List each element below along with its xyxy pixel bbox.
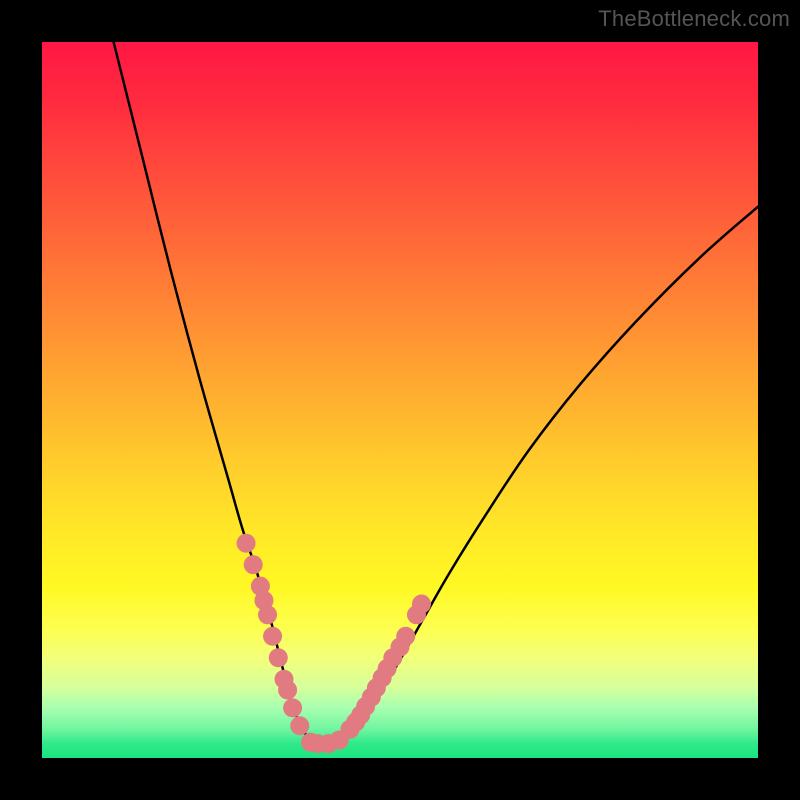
data-point (283, 698, 302, 717)
plot-area (42, 42, 758, 758)
data-point (263, 627, 282, 646)
chart-frame: TheBottleneck.com (0, 0, 800, 800)
data-point (237, 534, 256, 553)
data-point (412, 595, 431, 614)
data-point (278, 680, 297, 699)
data-point (258, 605, 277, 624)
data-point (269, 648, 288, 667)
data-point (244, 555, 263, 574)
chart-overlay (42, 42, 758, 758)
watermark-text: TheBottleneck.com (598, 6, 790, 32)
data-point (396, 627, 415, 646)
data-point (290, 716, 309, 735)
curve-line (114, 42, 758, 744)
